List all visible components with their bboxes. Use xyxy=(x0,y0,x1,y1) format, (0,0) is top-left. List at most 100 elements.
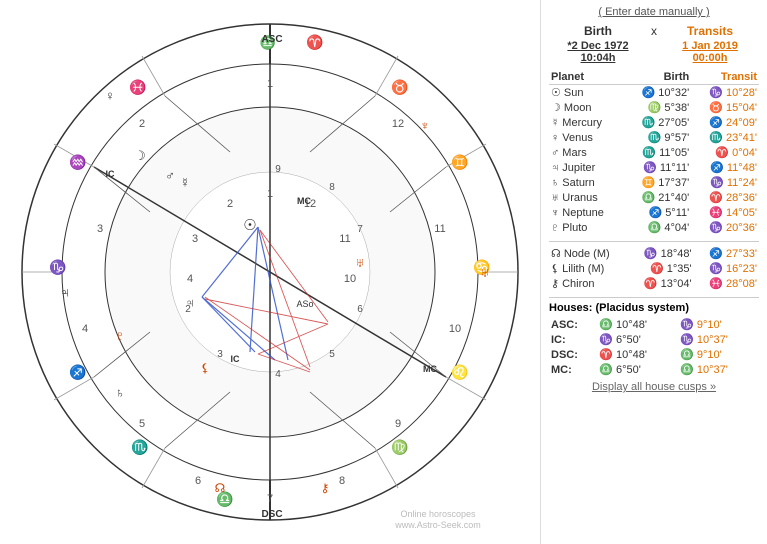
house-4-outer: 4 xyxy=(82,323,88,335)
planet-jupiter-chart: ♃ xyxy=(60,284,71,300)
house-2: 2 xyxy=(227,198,233,210)
dsc-label: DSC xyxy=(261,509,282,520)
transit-value: ♓ 14°05' xyxy=(691,205,759,220)
special-points-table: ☊ Node (M) ♑ 18°48' ♐ 27°33' ⚸ Lilith (M… xyxy=(549,246,759,291)
house-1: 1 xyxy=(267,188,273,200)
svg-text:4: 4 xyxy=(275,369,281,380)
planet-name: ☉ Sun xyxy=(549,85,624,101)
asc-label: ASC xyxy=(261,34,282,45)
special-transit: ♐ 27°33' xyxy=(694,246,759,261)
svg-text:6: 6 xyxy=(357,304,363,315)
zodiac-capricorn: ♑ xyxy=(49,259,66,276)
birth-value: ♐ 10°32' xyxy=(624,85,692,101)
birth-value: ♏ 11°05' xyxy=(624,145,692,160)
zodiac-gemini: ♊ xyxy=(451,154,468,171)
birth-value: ♐ 5°11' xyxy=(624,205,692,220)
column-header-row: Birth x Transits xyxy=(549,24,759,38)
divider-1 xyxy=(549,241,759,242)
house-birth: ♈ 10°48' xyxy=(597,347,678,362)
special-name: ⚸ Lilith (M) xyxy=(549,261,628,276)
transit-value: ♉ 15°04' xyxy=(691,100,759,115)
house-7-outer: 7 xyxy=(267,493,273,505)
svg-text:7: 7 xyxy=(357,224,363,235)
house-row: IC: ♑ 6°50' ♑ 10°37' xyxy=(549,332,759,347)
transit-value: ♏ 23°41' xyxy=(691,130,759,145)
enter-date-link[interactable]: ( Enter date manually ) xyxy=(549,6,759,18)
transit-value: ♈ 28°36' xyxy=(691,190,759,205)
planet-neptune-chart: ♆ xyxy=(420,118,430,133)
mc-label: MC xyxy=(423,364,437,374)
astro-chart: ♈ ♉ ♊ ♋ ♌ ♍ ♎ ♏ ♐ ♑ ♒ ♓ ♎ 1 xyxy=(10,12,530,532)
transit-value: ♐ 11°48' xyxy=(691,160,759,175)
house-11-outer: 11 xyxy=(434,223,445,235)
birth-value: ♏ 27°05' xyxy=(624,115,692,130)
planet-name: ☿ Mercury xyxy=(549,115,624,130)
special-row: ☊ Node (M) ♑ 18°48' ♐ 27°33' xyxy=(549,246,759,261)
birth-value: ♍ 5°38' xyxy=(624,100,692,115)
special-transit: ♑ 16°23' xyxy=(694,261,759,276)
planet-name: ♀ Venus xyxy=(549,130,624,145)
planet-venus-chart: ♀ xyxy=(105,88,115,103)
planet-mercury-chart: ☿ xyxy=(180,175,190,190)
zodiac-aquarius: ♒ xyxy=(69,154,86,171)
table-row: ♂ Mars ♏ 11°05' ♈ 0°04' xyxy=(549,145,759,160)
house-row: DSC: ♈ 10°48' ♎ 9°10' xyxy=(549,347,759,362)
houses-table: ASC: ♎ 10°48' ♑ 9°10' IC: ♑ 6°50' ♑ 10°3… xyxy=(549,317,759,377)
svg-text:8: 8 xyxy=(329,182,335,193)
display-all-link[interactable]: Display all house cusps » xyxy=(549,381,759,393)
watermark-line1: Online horoscopes xyxy=(400,509,476,519)
planet-name: ♃ Jupiter xyxy=(549,160,624,175)
special-birth: ♈ 1°35' xyxy=(628,261,693,276)
birth-value: ♎ 4°04' xyxy=(624,220,692,235)
house-label: MC: xyxy=(549,362,597,377)
transit-date[interactable]: 1 Jan 2019 00:00h xyxy=(661,40,759,64)
planet-col-header: Planet xyxy=(549,70,624,85)
x-separator: x xyxy=(647,24,661,38)
data-panel: ( Enter date manually ) Birth x Transits… xyxy=(540,0,767,544)
house-10-outer: 10 xyxy=(449,323,461,335)
planet-saturn-chart: ♄ xyxy=(115,385,125,400)
table-row: ☉ Sun ♐ 10°32' ♑ 10°28' xyxy=(549,85,759,101)
house-label: IC: xyxy=(549,332,597,347)
planet-moon-chart: ☽ xyxy=(134,148,146,163)
zodiac-virgo: ♍ xyxy=(391,439,408,456)
planet-mars-chart: ♂ xyxy=(165,168,175,183)
house-3-outer: 3 xyxy=(97,223,103,235)
birth-header: Birth xyxy=(549,24,647,38)
planet-node-chart: ☊ xyxy=(215,481,226,495)
house-11: 11 xyxy=(339,233,350,245)
zodiac-sagittarius: ♐ xyxy=(69,364,86,381)
planet-name: ♆ Neptune xyxy=(549,205,624,220)
birth-date[interactable]: *2 Dec 1972 10:04h xyxy=(549,40,647,64)
house-label: DSC: xyxy=(549,347,597,362)
planet-name: ♄ Saturn xyxy=(549,175,624,190)
planet-uranus-inner: ♅ xyxy=(355,255,365,270)
house-2-outer: 2 xyxy=(139,118,145,130)
special-birth: ♈ 13°04' xyxy=(628,276,693,291)
transit-value: ♐ 24°09' xyxy=(691,115,759,130)
planet-name: ♇ Pluto xyxy=(549,220,624,235)
svg-text:3: 3 xyxy=(217,349,223,360)
table-row: ☿ Mercury ♏ 27°05' ♐ 24°09' xyxy=(549,115,759,130)
transit-value: ♑ 11°24' xyxy=(691,175,759,190)
house-birth: ♎ 6°50' xyxy=(597,362,678,377)
table-row: ♄ Saturn ♊ 17°37' ♑ 11°24' xyxy=(549,175,759,190)
transit-col-header: Transit xyxy=(691,70,759,85)
planet-name: ☽ Moon xyxy=(549,100,624,115)
table-row: ♆ Neptune ♐ 5°11' ♓ 14°05' xyxy=(549,205,759,220)
chart-panel: ♈ ♉ ♊ ♋ ♌ ♍ ♎ ♏ ♐ ♑ ♒ ♓ ♎ 1 xyxy=(0,0,540,544)
house-8-outer: 8 xyxy=(339,475,345,487)
svg-text:9: 9 xyxy=(275,164,281,175)
house-transit: ♎ 9°10' xyxy=(678,347,759,362)
birth-value: ♏ 9°57' xyxy=(624,130,692,145)
transit-value: ♑ 20°36' xyxy=(691,220,759,235)
house-label: ASC: xyxy=(549,317,597,332)
house-5-outer: 5 xyxy=(139,418,145,430)
transit-value: ♑ 10°28' xyxy=(691,85,759,101)
ic-label: IC xyxy=(106,169,116,179)
divider-2 xyxy=(549,297,759,298)
house-transit: ♑ 10°37' xyxy=(678,332,759,347)
house-1-outer: 1 xyxy=(267,78,273,90)
table-row: ☽ Moon ♍ 5°38' ♉ 15°04' xyxy=(549,100,759,115)
zodiac-pisces: ♓ xyxy=(129,79,146,96)
